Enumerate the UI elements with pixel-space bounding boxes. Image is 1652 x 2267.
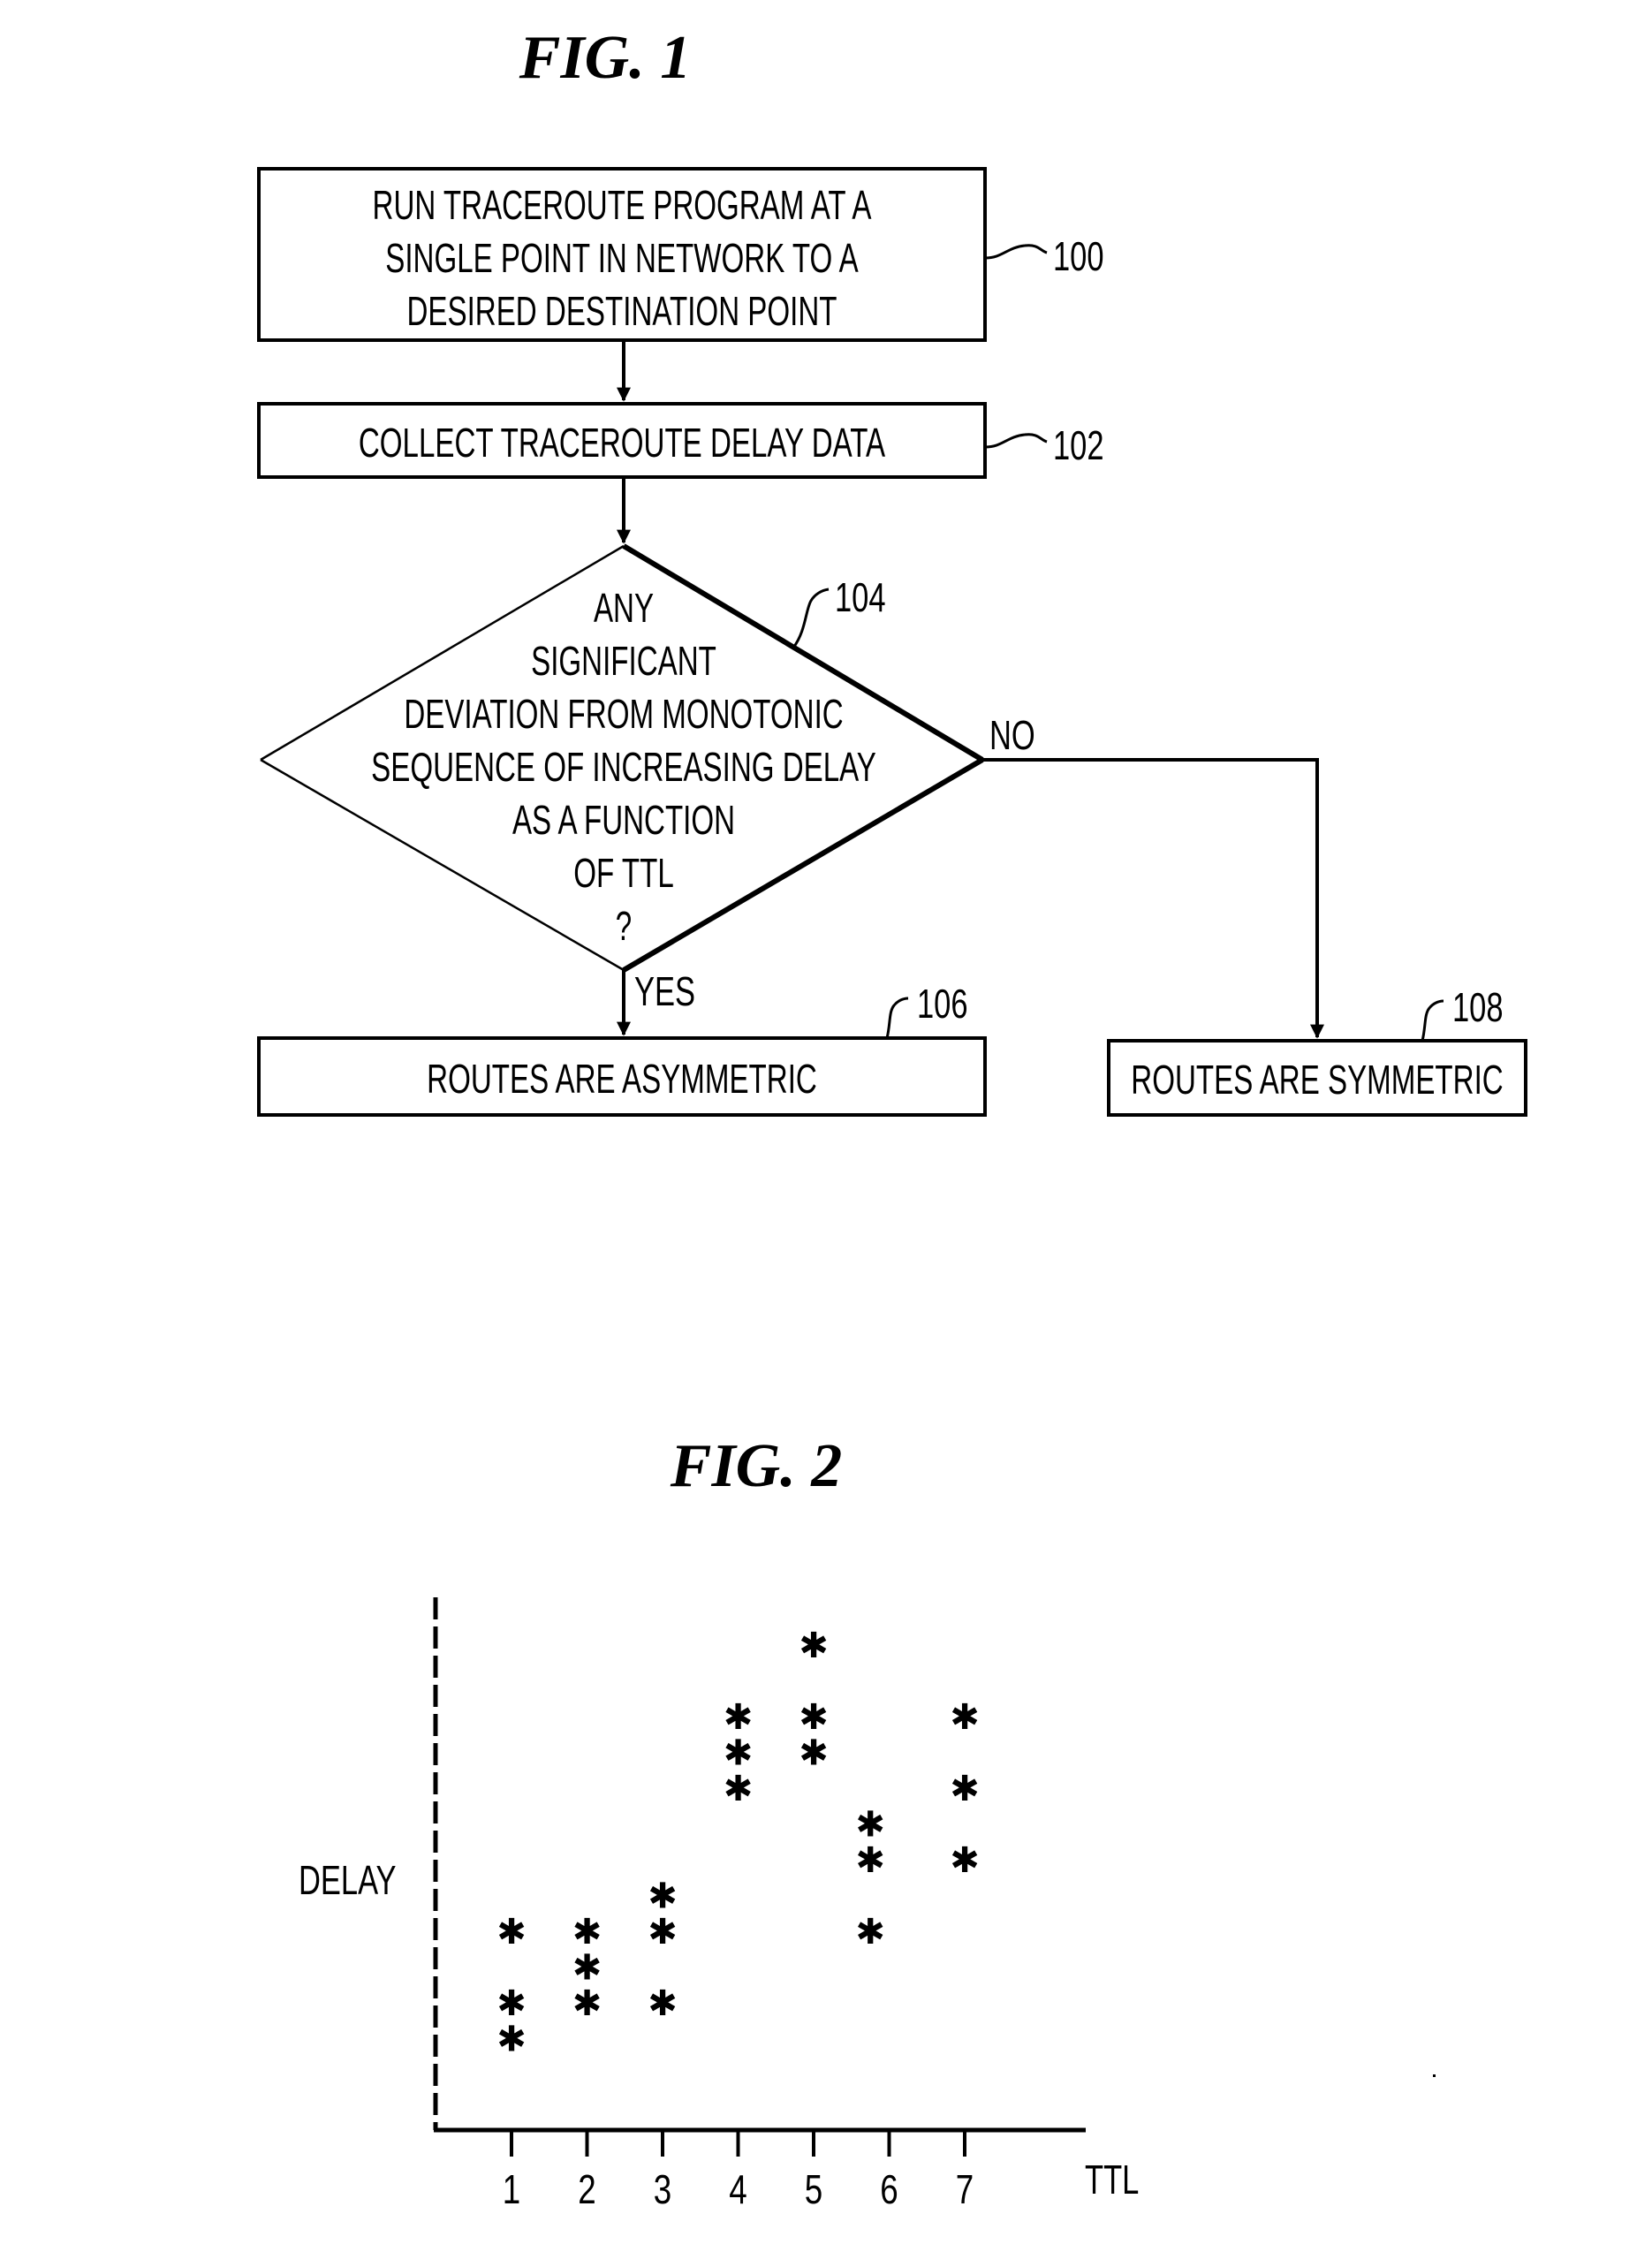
data-point: ✱ (799, 1697, 829, 1738)
x-tick-label-7: 7 (956, 2166, 974, 2212)
data-point: ✱ (855, 1840, 885, 1881)
decision-104-diamond: ANY SIGNIFICANT DEVIATION FROM MONOTONIC… (260, 543, 984, 973)
data-point: ✱ (950, 1697, 980, 1738)
outcome-106-label: ROUTES ARE ASYMMETRIC (427, 1058, 817, 1102)
ref-100-label: 100 (1053, 233, 1104, 279)
decision-line-6: OF TTL (573, 852, 673, 896)
x-tick-label-6: 6 (880, 2166, 898, 2212)
data-point: ✱ (496, 2020, 527, 2060)
data-point: ✱ (724, 1769, 754, 1809)
diamond-edge-bottom-right (622, 757, 984, 973)
ref-102-leader (984, 433, 1048, 449)
data-point: ✱ (724, 1733, 754, 1774)
arrow-no-to-108 (982, 758, 1324, 1039)
decision-line-3: DEVIATION FROM MONOTONIC (404, 693, 843, 737)
step-102-box: COLLECT TRACEROUTE DELAY DATA 102 (257, 402, 1104, 479)
x-ticks: 1 2 3 4 5 6 7 (503, 2130, 974, 2212)
data-point: ✱ (724, 1697, 754, 1738)
ref-106-leader (885, 997, 909, 1039)
data-point: ✱ (648, 1877, 678, 1917)
x-axis-label: TTL (1085, 2157, 1139, 2203)
data-point: ✱ (572, 1912, 602, 1952)
decision-line-2: SIGNIFICANT (531, 640, 716, 684)
x-tick-label-2: 2 (578, 2166, 595, 2212)
diamond-edge-bottom-left (260, 758, 625, 972)
decision-line-5: AS A FUNCTION (512, 799, 735, 843)
data-point: ✱ (799, 1733, 829, 1774)
data-point: ✱ (648, 1983, 678, 2024)
ref-108-leader (1421, 999, 1444, 1042)
outcome-108-label: ROUTES ARE SYMMETRIC (1131, 1058, 1503, 1103)
data-point: ✱ (855, 1805, 885, 1846)
x-tick-label-4: 4 (729, 2166, 746, 2212)
ref-106-label: 106 (917, 981, 968, 1027)
data-point: ✱ (950, 1769, 980, 1809)
x-tick-label-5: 5 (805, 2166, 822, 2212)
data-point: ✱ (648, 1912, 678, 1952)
figure-2-title: FIG. 2 (670, 1432, 842, 1500)
ref-104-label: 104 (835, 574, 886, 620)
data-point: ✱ (950, 1840, 980, 1881)
x-tick-label-3: 3 (654, 2166, 671, 2212)
yes-label: YES (634, 968, 695, 1014)
data-point: ✱ (496, 1912, 527, 1952)
x-tick-label-1: 1 (503, 2166, 520, 2212)
step-100-line-2: SINGLE POINT IN NETWORK TO A (385, 237, 859, 281)
figure-1-flowchart: FIG. 1 RUN TRACEROUTE PROGRAM AT A SINGL… (257, 24, 1527, 1117)
step-100-line-3: DESIRED DESTINATION POINT (406, 290, 837, 334)
data-point: ✱ (799, 1626, 829, 1666)
ref-102-label: 102 (1053, 422, 1104, 468)
step-102-line-1: COLLECT TRACEROUTE DELAY DATA (359, 421, 885, 466)
data-point: ✱ (572, 1948, 602, 1989)
data-point: ✱ (855, 1912, 885, 1952)
ref-100-leader (984, 244, 1048, 260)
decision-line-1: ANY (594, 587, 654, 631)
ref-108-label: 108 (1452, 984, 1504, 1030)
data-points: ✱✱✱✱✱✱✱✱✱✱✱✱✱✱✱✱✱✱✱✱✱ (496, 1626, 980, 2060)
scan-speck (1433, 2074, 1436, 2077)
y-axis-label: DELAY (299, 1857, 397, 1903)
figure-1-title: FIG. 1 (519, 24, 691, 92)
decision-line-7: ? (616, 905, 632, 949)
patent-drawing-sheet: FIG. 1 RUN TRACEROUTE PROGRAM AT A SINGL… (257, 24, 1527, 2212)
step-100-box: RUN TRACEROUTE PROGRAM AT A SINGLE POINT… (257, 167, 1104, 342)
data-point: ✱ (496, 1983, 527, 2024)
figure-2-chart: FIG. 2 DELAY TTL 1234567 ✱✱✱✱✱✱✱✱✱✱✱✱✱✱✱… (299, 1432, 1436, 2212)
no-label: NO (989, 712, 1035, 758)
ref-104-leader (792, 588, 830, 648)
data-point: ✱ (572, 1983, 602, 2024)
step-100-line-1: RUN TRACEROUTE PROGRAM AT A (373, 184, 872, 228)
decision-line-4: SEQUENCE OF INCREASING DELAY (371, 746, 876, 790)
